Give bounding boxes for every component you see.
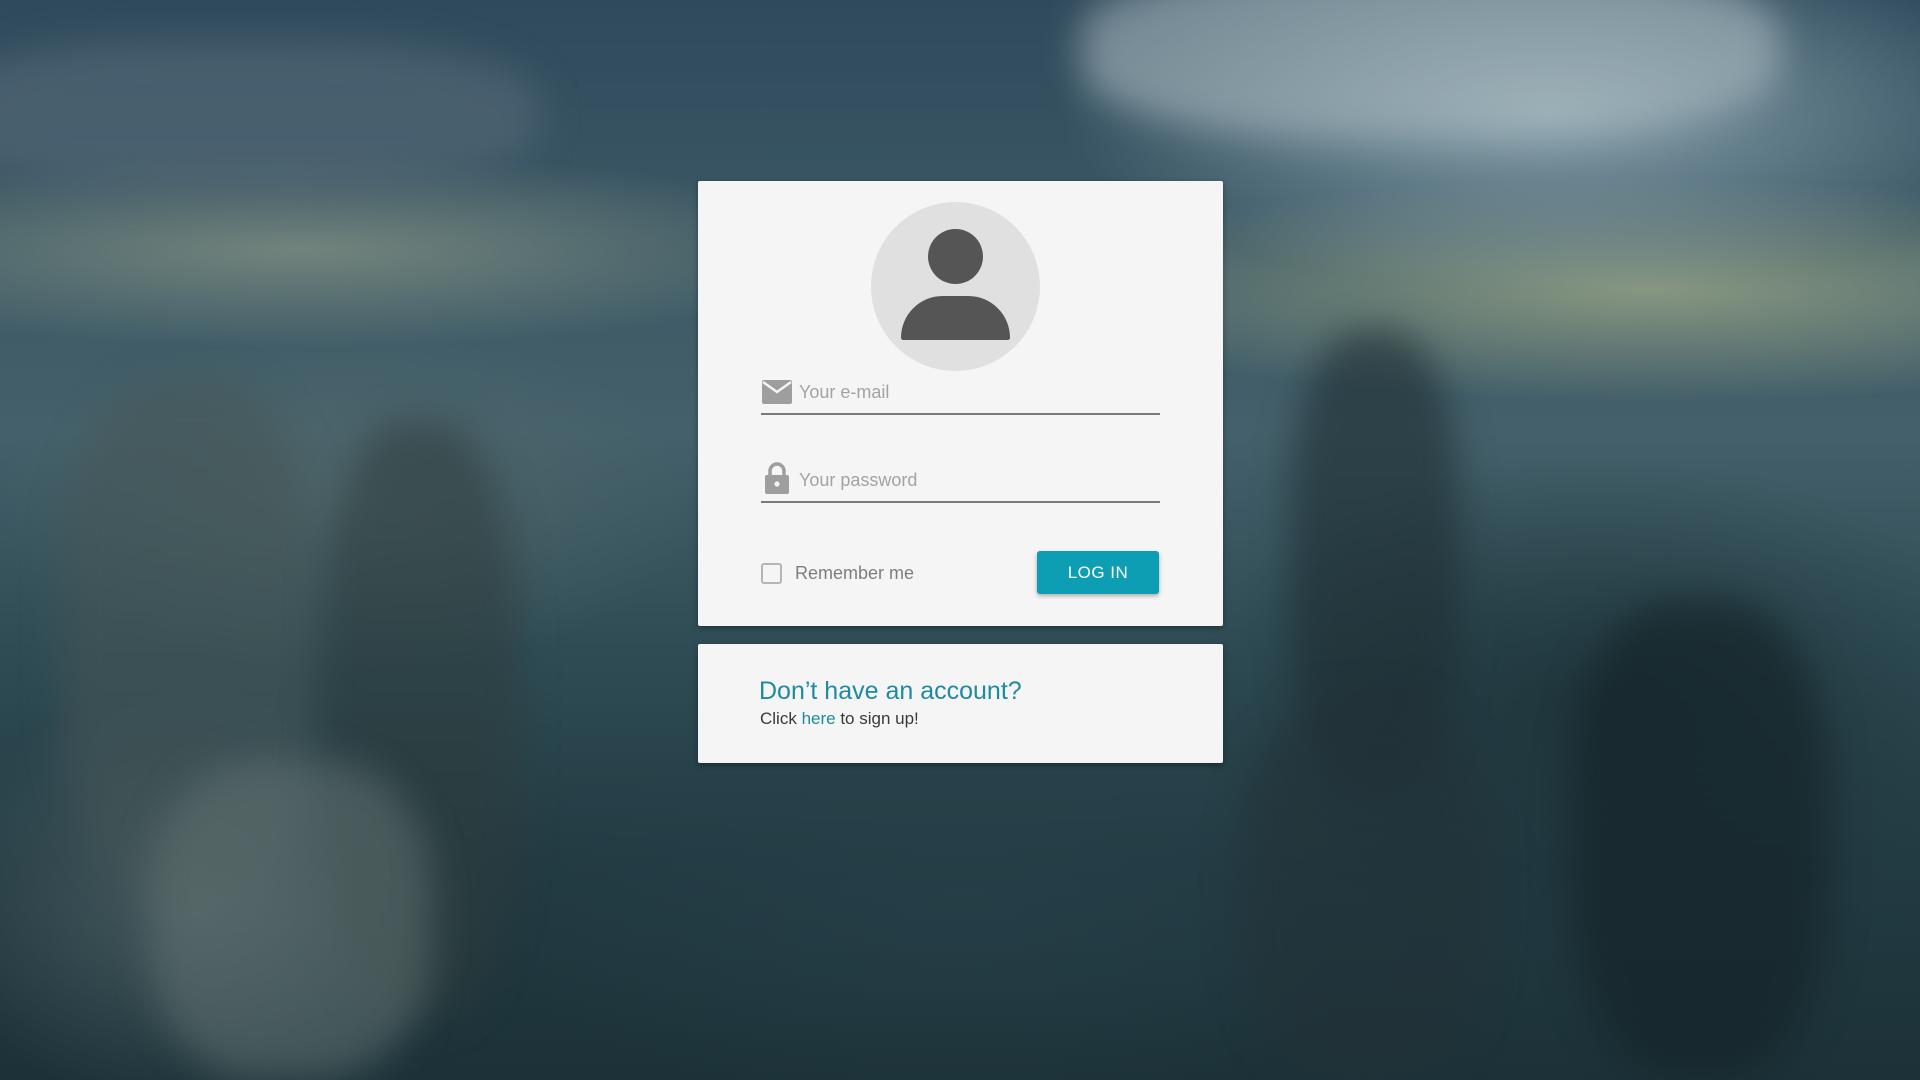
login-card: Remember me LOG IN (698, 181, 1223, 626)
password-field (761, 459, 1160, 503)
background-cloud (0, 40, 540, 190)
background-building (1240, 700, 1490, 1080)
avatar (871, 202, 1040, 371)
signup-heading: Don’t have an account? (759, 677, 1022, 705)
lock-icon (765, 462, 789, 494)
email-input[interactable] (799, 373, 1159, 411)
background-building (1570, 600, 1830, 1080)
mail-icon (762, 380, 792, 404)
signup-text-before: Click (760, 709, 802, 728)
background-cloud (1080, 0, 1780, 140)
signup-text: Click here to sign up! (760, 709, 919, 729)
avatar-head (928, 229, 983, 284)
signup-text-after: to sign up! (835, 709, 919, 728)
email-field (761, 371, 1160, 415)
avatar-body (901, 296, 1010, 340)
checkbox-box[interactable] (761, 562, 782, 584)
remember-me-label: Remember me (795, 562, 915, 583)
password-input[interactable] (799, 461, 1159, 499)
background-building (150, 760, 430, 1080)
signup-card: Don’t have an account? Click here to sig… (698, 644, 1223, 763)
remember-me-checkbox[interactable]: Remember me (761, 558, 914, 588)
signup-link[interactable]: here (802, 709, 836, 728)
login-button[interactable]: LOG IN (1037, 551, 1159, 594)
